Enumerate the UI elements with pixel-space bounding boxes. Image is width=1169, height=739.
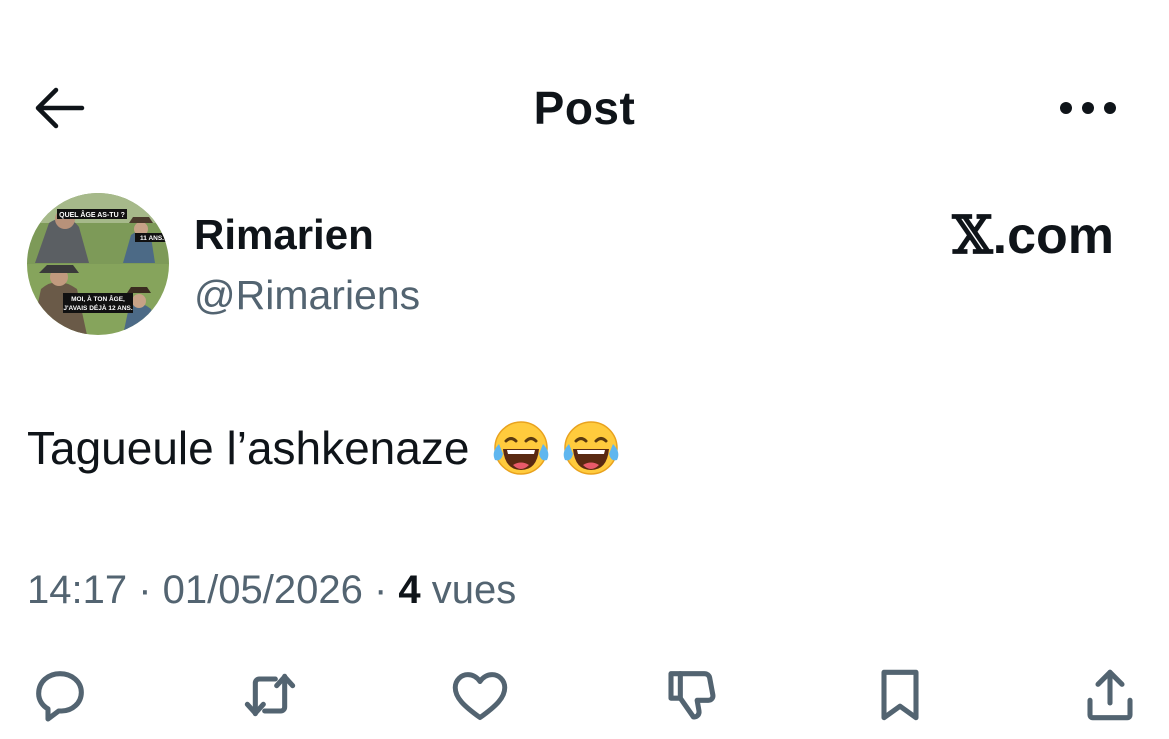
more-options-button[interactable] [1050, 80, 1126, 136]
meta-separator: · [362, 568, 399, 612]
repost-icon [244, 673, 296, 717]
post-text-content: Tagueule l’ashkenaze [27, 422, 470, 474]
bookmark-button[interactable] [865, 660, 935, 730]
meta-separator: · [127, 568, 163, 612]
face-with-tears-of-joy-icon [564, 421, 619, 475]
face-with-tears-of-joy-icon [494, 421, 549, 475]
avatar-caption-mid: 11 ANS. [140, 235, 164, 242]
watermark: 𝕏.com [890, 205, 1114, 267]
share-icon [1087, 669, 1133, 721]
repost-button[interactable] [235, 660, 305, 730]
author-name[interactable]: Rimarien [194, 210, 374, 260]
avatar[interactable]: QUEL ÂGE AS-TU ? 11 ANS. MOI, À TON ÂGE,… [27, 193, 169, 335]
author-handle[interactable]: @Rimariens [194, 270, 420, 320]
dislike-icon [668, 671, 716, 720]
reply-button[interactable] [25, 660, 95, 730]
post-meta: 14:17 · 01/05/2026 · 4 vues [27, 565, 516, 615]
post-date: 01/05/2026 [162, 568, 363, 612]
share-button[interactable] [1075, 660, 1145, 730]
views-label[interactable]: vues [421, 568, 517, 612]
post-time: 14:17 [27, 568, 128, 612]
post-text: Tagueule l’ashkenaze [27, 418, 623, 478]
views-count[interactable]: 4 [398, 568, 420, 612]
avatar-caption-top: QUEL ÂGE AS-TU ? [59, 210, 125, 219]
x-logo-icon: 𝕏 [952, 205, 993, 266]
dislike-button[interactable] [656, 660, 726, 730]
avatar-caption-bottom-2: J'AVAIS DÉJÀ 12 ANS. [63, 303, 133, 312]
more-dots-icon [1060, 102, 1116, 114]
like-button[interactable] [445, 660, 515, 730]
bookmark-icon [881, 669, 919, 721]
page-title: Post [533, 82, 636, 134]
avatar-caption-bottom-1: MOI, À TON ÂGE, [71, 294, 125, 303]
reply-icon [36, 671, 84, 722]
like-icon [452, 672, 508, 721]
avatar-image: QUEL ÂGE AS-TU ? 11 ANS. MOI, À TON ÂGE,… [27, 193, 169, 335]
watermark-domain: .com [992, 207, 1114, 265]
